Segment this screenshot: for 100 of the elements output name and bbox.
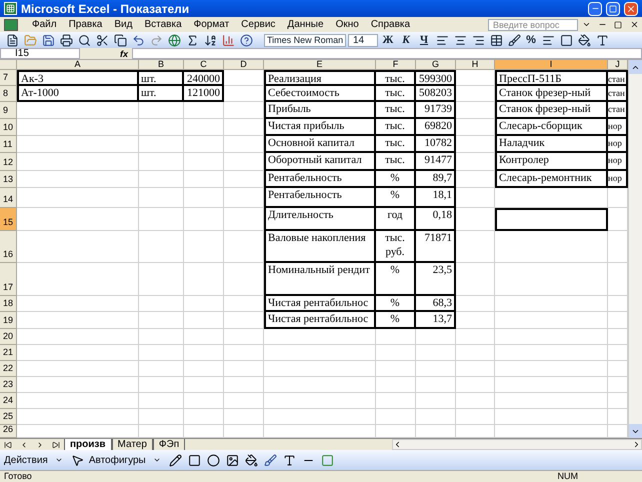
font-size-field[interactable]: 14 [348,34,378,46]
spreadsheet-cell[interactable]: % [376,171,416,188]
spreadsheet-cell[interactable]: 508203 [416,86,456,102]
oval-icon[interactable] [206,452,222,468]
spreadsheet-cell[interactable]: Чистая прибыль [264,119,376,136]
spreadsheet-cell[interactable]: % [376,296,416,312]
spreadsheet-cell[interactable]: 23,5 [416,263,456,296]
column-header[interactable]: H [456,60,495,70]
font-name-field[interactable]: Times New Roman [264,34,346,46]
row-header[interactable]: 17 [0,263,17,296]
spreadsheet-cell[interactable] [495,208,608,231]
row-header[interactable]: 22 [0,361,17,377]
spreadsheet-cell[interactable]: Длительность [264,208,376,231]
underline-button[interactable]: Ч [416,32,432,48]
row-header[interactable]: 15 [0,208,17,231]
italic-button[interactable]: К [398,32,414,48]
spreadsheet-cell[interactable]: Основной капитал [264,136,376,153]
spreadsheet-cell[interactable]: Наладчик [495,136,608,153]
copy-icon[interactable] [112,32,128,48]
menu-item[interactable]: Файл [26,17,63,32]
select-all-corner[interactable] [0,60,17,70]
rectangle-icon[interactable] [186,452,203,468]
spreadsheet-cell[interactable]: 91739 [416,102,456,119]
row-header[interactable]: 18 [0,296,17,312]
bold-button[interactable]: Ж [380,32,396,48]
spreadsheet-cell[interactable]: 89,7 [416,171,456,188]
fill-color-icon[interactable] [244,452,260,468]
merge-cells-icon[interactable] [488,32,504,48]
spreadsheet-cell[interactable]: Рентабельность [264,188,376,208]
column-header[interactable]: G [416,60,456,70]
column-header[interactable]: I [495,60,608,70]
percent-button[interactable]: % [524,32,538,48]
menu-item[interactable]: Вставка [138,17,188,32]
column-header[interactable]: C [184,60,224,70]
spreadsheet-cell[interactable]: Контролер [495,153,608,171]
row-header[interactable]: 19 [0,312,17,329]
spreadsheet-cell[interactable]: % [376,312,416,329]
spreadsheet-cell[interactable]: Валовые накопления [264,231,376,263]
spreadsheet-cell[interactable]: Себестоимость [264,86,376,102]
spreadsheet-cell[interactable]: шт. [139,86,184,102]
search-icon[interactable] [76,32,92,48]
row-header[interactable]: 7 [0,70,17,86]
column-header[interactable]: F [376,60,416,70]
name-box[interactable]: I15 [0,48,80,59]
spreadsheet-cell[interactable]: тыс. [376,70,416,86]
menu-item[interactable]: Справка [364,17,416,32]
spreadsheet-cell[interactable]: 71871 [416,231,456,263]
spreadsheet-cell[interactable]: шт. [139,70,184,86]
spreadsheet-cell[interactable]: тыс. [376,86,416,102]
menu-item[interactable]: Окно [330,17,365,32]
spreadsheet-cell[interactable]: 240000 [184,70,224,86]
spreadsheet-cell[interactable]: тыс. руб. [376,231,416,263]
help-icon[interactable] [238,32,254,48]
formula-field[interactable] [132,48,642,59]
globe-icon[interactable] [166,32,182,48]
spreadsheet-cell[interactable]: Чистая рентабильнос [264,296,376,312]
column-header[interactable]: E [264,60,376,70]
row-header[interactable]: 24 [0,393,17,409]
fill-color-icon[interactable] [576,32,592,48]
spreadsheet-cell[interactable]: 0,18 [416,208,456,231]
spreadsheet-cell[interactable]: Оборотный капитал [264,153,376,171]
row-header[interactable]: 26 [0,425,17,438]
sheet-tab[interactable]: ФЭп [152,438,186,450]
row-header[interactable]: 8 [0,86,17,102]
spreadsheet-cell[interactable]: Рентабельность [264,171,376,188]
spreadsheet-cell[interactable]: тыс. [376,119,416,136]
menu-item[interactable]: Сервис [235,17,282,32]
spreadsheet-cell[interactable]: 13,7 [416,312,456,329]
column-header[interactable]: D [224,60,264,70]
spreadsheet-cell[interactable]: 18,1 [416,188,456,208]
row-header[interactable]: 16 [0,231,17,263]
row-header[interactable]: 10 [0,119,17,136]
spreadsheet-cell[interactable]: Слесарь-ремонтник [495,171,608,188]
row-header[interactable]: 14 [0,188,17,208]
spreadsheet-cell[interactable]: тыс. [376,136,416,153]
maximize-button[interactable] [606,2,620,16]
row-header[interactable]: 25 [0,409,17,425]
spreadsheet-cell[interactable]: Ак-3 [17,70,139,86]
picture-icon[interactable] [224,452,241,468]
sheet-tab[interactable]: произв [64,438,112,450]
spreadsheet-cell[interactable]: тыс. [376,153,416,171]
spreadsheet-cell[interactable]: Ат-1000 [17,86,139,102]
autoshapes-button[interactable]: Автофигуры [88,452,146,468]
spreadsheet-cell[interactable]: 121000 [184,86,224,102]
menu-item[interactable]: Правка [62,17,108,32]
spreadsheet-cell[interactable]: год [376,208,416,231]
row-header[interactable]: 23 [0,377,17,393]
printer-icon[interactable] [58,32,74,48]
spreadsheet-cell[interactable]: 10782 [416,136,456,153]
scroll-down-button[interactable] [629,424,642,438]
spreadsheet-cell[interactable]: % [376,188,416,208]
spreadsheet-cell[interactable]: Реализация [264,70,376,86]
spreadsheet-cell[interactable]: 91477 [416,153,456,171]
help-search-field[interactable]: Введите вопрос [488,18,578,30]
spreadsheet-cell[interactable]: ПрессП-511Б [495,70,608,86]
column-header[interactable]: B [139,60,184,70]
horizontal-scrollbar[interactable] [392,439,642,450]
spreadsheet-cell[interactable]: Станок фрезер-ный [495,86,608,102]
spreadsheet-cell[interactable]: 68,3 [416,296,456,312]
spreadsheet-cell[interactable]: Станок фрезер-ный [495,102,608,119]
